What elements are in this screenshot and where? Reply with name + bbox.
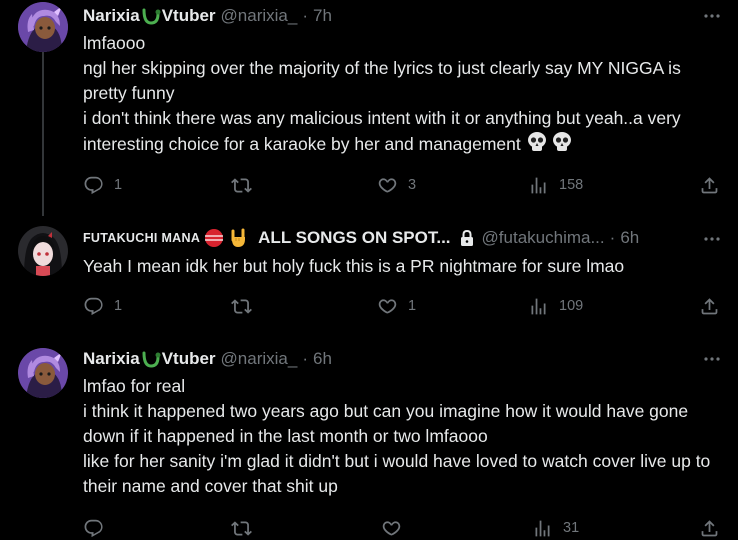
reply-icon xyxy=(84,297,103,315)
like-button[interactable]: 3 xyxy=(377,173,416,197)
views-chart-icon xyxy=(535,520,550,536)
heart-icon xyxy=(378,177,397,192)
display-name[interactable]: Narixia xyxy=(83,348,140,370)
like-count: 3 xyxy=(408,177,417,193)
share-icon xyxy=(701,176,718,193)
like-button[interactable]: 1 xyxy=(377,294,416,318)
reply-icon xyxy=(84,519,103,537)
tweet-header: Narixia Vtuber @narixia_ · 6h xyxy=(83,348,698,370)
reply-count: 1 xyxy=(114,177,123,193)
views-chart-icon xyxy=(531,298,546,314)
share-icon xyxy=(701,297,718,314)
timestamp[interactable]: 6h xyxy=(620,227,639,249)
share-button[interactable] xyxy=(699,173,720,197)
tweet-text: lmfaooo ngl her skipping over the majori… xyxy=(83,31,718,160)
tweet-text: lmfao for real i think it happened two y… xyxy=(83,374,718,499)
repost-icon xyxy=(231,177,252,193)
repost-button[interactable] xyxy=(231,294,262,318)
tweet-1[interactable]: Narixia Vtuber @narixia_ · 7h lmfaooo ng… xyxy=(0,0,738,216)
repost-button[interactable] xyxy=(231,173,262,197)
display-name-suffix[interactable]: Vtuber xyxy=(162,5,216,27)
tweet-header: Narixia Vtuber @narixia_ · 7h xyxy=(83,5,698,27)
tweet-line: i don't think there was any malicious in… xyxy=(83,106,718,160)
reply-button[interactable]: 1 xyxy=(83,173,122,197)
avatar[interactable] xyxy=(18,348,68,398)
views-count: 109 xyxy=(559,298,584,314)
views-button[interactable]: 31 xyxy=(532,516,579,540)
like-count: 1 xyxy=(408,298,417,314)
tweet-text: Yeah I mean idk her but holy fuck this i… xyxy=(83,254,718,279)
separator-dot: · xyxy=(302,349,309,368)
display-name-suffix[interactable]: ALL SONGS ON SPOT... xyxy=(258,227,450,249)
share-button[interactable] xyxy=(699,516,720,540)
display-name-suffix[interactable]: Vtuber xyxy=(162,348,216,370)
tweet-line: i think it happened two years ago but ca… xyxy=(83,401,689,446)
skull-emoji-icon xyxy=(526,131,574,160)
user-handle[interactable]: @narixia_ xyxy=(221,5,298,27)
tweet-line: lmfaooo xyxy=(83,33,146,53)
views-button[interactable]: 158 xyxy=(528,173,583,197)
timestamp[interactable]: 6h xyxy=(313,348,332,370)
views-button[interactable]: 109 xyxy=(528,294,583,318)
more-options-icon[interactable] xyxy=(702,6,722,26)
separator-dot: · xyxy=(609,228,616,247)
tweet-line: Yeah I mean idk her but holy fuck this i… xyxy=(83,256,625,276)
heart-icon xyxy=(378,298,397,313)
display-name[interactable]: FUTAKUCHI MANA xyxy=(83,227,200,249)
views-chart-icon xyxy=(531,177,546,193)
user-handle[interactable]: @narixia_ xyxy=(221,348,298,370)
tweet-actions: 31 xyxy=(83,516,720,540)
views-count: 31 xyxy=(563,520,580,536)
user-handle[interactable]: @futakuchima... xyxy=(482,227,605,249)
tweet-3[interactable]: Narixia Vtuber @narixia_ · 6h lmfao for … xyxy=(0,338,738,540)
avatar[interactable] xyxy=(18,226,68,276)
narixia-avatar-image xyxy=(18,2,68,52)
share-icon xyxy=(701,519,718,536)
reply-icon xyxy=(84,176,103,194)
snake-emoji-icon xyxy=(142,351,161,368)
timestamp[interactable]: 7h xyxy=(313,5,332,27)
share-button[interactable] xyxy=(699,294,720,318)
tweet-actions: 1 1 109 xyxy=(83,294,720,318)
tweet-line: like for her sanity i'm glad it didn't b… xyxy=(83,451,711,496)
reply-button[interactable] xyxy=(83,516,114,540)
tweet-actions: 1 3 158 xyxy=(83,173,720,197)
tweet-line: lmfao for real xyxy=(83,376,186,396)
separator-dot: · xyxy=(302,6,309,25)
tweet-line-text: i don't think there was any malicious in… xyxy=(83,108,681,155)
repost-icon xyxy=(231,520,252,536)
more-options-icon[interactable] xyxy=(702,229,722,249)
tweet-2[interactable]: FUTAKUCHI MANA ALL SONGS ON SPOT... @fut… xyxy=(0,216,738,338)
narixia-avatar-image xyxy=(18,348,68,398)
thread-line xyxy=(42,52,44,216)
reply-button[interactable]: 1 xyxy=(83,294,122,318)
views-count: 158 xyxy=(559,177,584,193)
repost-button[interactable] xyxy=(231,516,262,540)
more-options-icon[interactable] xyxy=(702,349,722,369)
avatar[interactable] xyxy=(18,2,68,52)
like-button[interactable] xyxy=(381,516,412,540)
repost-icon xyxy=(231,298,252,314)
lock-icon xyxy=(460,229,473,246)
red-pill-icon xyxy=(205,229,224,247)
display-name[interactable]: Narixia xyxy=(83,5,140,27)
tweet-header: FUTAKUCHI MANA ALL SONGS ON SPOT... @fut… xyxy=(83,227,698,249)
heart-icon xyxy=(382,520,401,535)
reply-count: 1 xyxy=(114,298,123,314)
futakuchi-avatar-image xyxy=(18,226,68,276)
tweet-line: ngl her skipping over the majority of th… xyxy=(83,58,681,103)
rock-hand-emoji-icon xyxy=(231,228,246,247)
snake-emoji-icon xyxy=(142,8,161,25)
